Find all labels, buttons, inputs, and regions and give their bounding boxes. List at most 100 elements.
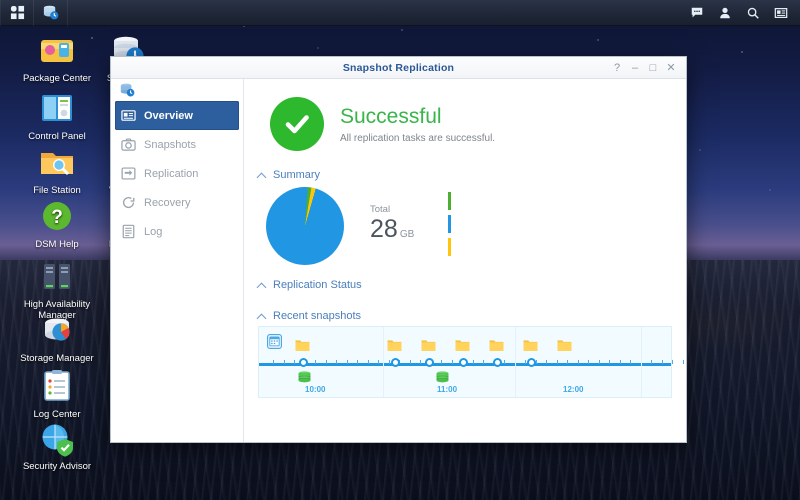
maximize-button[interactable]: □: [644, 57, 662, 79]
sidebar-item-replication[interactable]: Replication: [111, 159, 243, 188]
timeline-tick: [483, 360, 484, 364]
app-menu-icon[interactable]: [0, 0, 34, 26]
timeline-tick: [388, 360, 390, 364]
dsm-help-icon: ?: [37, 196, 77, 236]
user-icon[interactable]: [712, 0, 738, 26]
replication-status-label: Replication Status: [273, 279, 362, 291]
sidebar-item-log[interactable]: Log: [111, 217, 243, 246]
calendar-icon[interactable]: [267, 334, 283, 350]
database-snapshot-icon[interactable]: [435, 371, 450, 384]
timeline-tick: [609, 360, 610, 364]
desktop-icon-label: Package Center: [22, 73, 92, 84]
desktop-icon-dsm-help[interactable]: ? DSM Help: [18, 196, 96, 250]
timeline-marker[interactable]: [459, 358, 468, 367]
total-label: Total: [370, 203, 391, 215]
timeline-tick: [682, 360, 684, 364]
status-hero: Successful All replication tasks are suc…: [258, 91, 672, 161]
snapshot-folder-icon[interactable]: [295, 339, 310, 352]
snapshot-timeline[interactable]: 10:00 11:00 12:00: [258, 326, 684, 398]
recent-snapshots-section-header[interactable]: Recent snapshots: [258, 310, 672, 322]
timeline-tick: [651, 360, 652, 364]
legend-item: [448, 214, 460, 233]
database-snapshot-icon[interactable]: [297, 371, 312, 384]
desktop-icon-security-advisor[interactable]: Security Advisor: [18, 418, 96, 472]
desktop-icon-label: Control Panel: [28, 131, 86, 142]
timeline-tick: [556, 360, 558, 364]
storage-manager-icon: [37, 310, 77, 350]
sidebar-item-label: Recovery: [144, 196, 191, 209]
timeline-marker[interactable]: [527, 358, 536, 367]
snapshot-folder-icon[interactable]: [421, 339, 436, 352]
timeline-tick: [367, 360, 369, 364]
timeline-tick: [577, 360, 579, 364]
desktop-icon-log-center[interactable]: Log Center: [18, 366, 96, 420]
snapshot-folder-icon[interactable]: [387, 339, 402, 352]
file-station-icon: [37, 142, 77, 182]
chevron-up-icon: [258, 312, 267, 321]
app-logo-icon: [111, 79, 243, 101]
recovery-icon: [121, 195, 136, 210]
summary-section-header[interactable]: Summary: [258, 169, 672, 181]
replication-status-section-header[interactable]: Replication Status: [258, 279, 672, 291]
timeline-tick: [357, 360, 358, 364]
total-unit: GB: [399, 228, 415, 240]
desktop-icon-package-center[interactable]: Package Center: [18, 30, 96, 84]
camera-icon: [121, 137, 136, 152]
sidebar-item-recovery[interactable]: Recovery: [111, 188, 243, 217]
widgets-icon[interactable]: [768, 0, 794, 26]
pie-legend: [448, 191, 460, 261]
replication-status-grid: [258, 295, 672, 302]
desktop-icon-storage-manager[interactable]: Storage Manager: [18, 310, 96, 364]
timeline-tick: [378, 360, 379, 364]
timeline-tick: [472, 360, 474, 364]
minimize-button[interactable]: –: [626, 57, 644, 79]
snapshot-folder-icon[interactable]: [489, 339, 504, 352]
summary-panel: Total 28 GB: [258, 185, 672, 271]
log-icon: [121, 224, 136, 239]
help-button[interactable]: ?: [608, 57, 626, 79]
timeline-tick: [294, 360, 295, 364]
timeline-hour-divider: [641, 327, 642, 397]
window-controls: ? – □ ✕: [608, 57, 686, 79]
high-availability-manager-icon: [37, 256, 77, 296]
desktop-icon-label: File Station: [33, 185, 81, 196]
taskbar: [0, 0, 800, 26]
log-center-icon: [37, 366, 77, 406]
desktop-icon-control-panel[interactable]: Control Panel: [18, 88, 96, 142]
timeline-tick: [409, 360, 411, 364]
sidebar-item-overview[interactable]: Overview: [115, 101, 239, 130]
desktop-icon-file-station[interactable]: File Station: [18, 142, 96, 196]
timeline-marker[interactable]: [391, 358, 400, 367]
timeline-tick: [346, 360, 348, 364]
sidebar-item-snapshots[interactable]: Snapshots: [111, 130, 243, 159]
sidebar-item-label: Overview: [144, 109, 193, 122]
search-icon[interactable]: [740, 0, 766, 26]
timeline-hour-divider: [515, 327, 516, 397]
timeline-tick: [598, 360, 600, 364]
timeline-tick: [630, 360, 631, 364]
timeline-tick: [619, 360, 621, 364]
timeline-marker[interactable]: [299, 358, 308, 367]
close-button[interactable]: ✕: [662, 57, 680, 79]
snapshot-folder-icon[interactable]: [455, 339, 470, 352]
summary-section-label: Summary: [273, 169, 321, 181]
sidebar: Overview Snapshots Replication Recovery …: [111, 79, 244, 442]
replication-icon: [121, 166, 136, 181]
chat-icon[interactable]: [684, 0, 710, 26]
window-titlebar[interactable]: Snapshot Replication ? – □ ✕: [111, 57, 686, 79]
snapshot-replication-taskbar-icon[interactable]: [34, 0, 68, 26]
control-panel-icon: [37, 88, 77, 128]
snapshot-folder-icon[interactable]: [557, 339, 572, 352]
timeline-tick: [441, 360, 442, 364]
total-storage: Total 28 GB: [370, 204, 414, 249]
timeline-tick: [672, 360, 673, 364]
timeline-marker[interactable]: [425, 358, 434, 367]
desktop-icon-label: Storage Manager: [20, 353, 94, 364]
timeline-marker[interactable]: [493, 358, 502, 367]
timeline-time-label: 10:00: [305, 385, 326, 394]
window-body: Overview Snapshots Replication Recovery …: [111, 79, 686, 442]
storage-pie-chart: [266, 187, 344, 265]
timeline-tick: [525, 360, 526, 364]
overview-icon: [121, 108, 136, 123]
snapshot-folder-icon[interactable]: [523, 339, 538, 352]
